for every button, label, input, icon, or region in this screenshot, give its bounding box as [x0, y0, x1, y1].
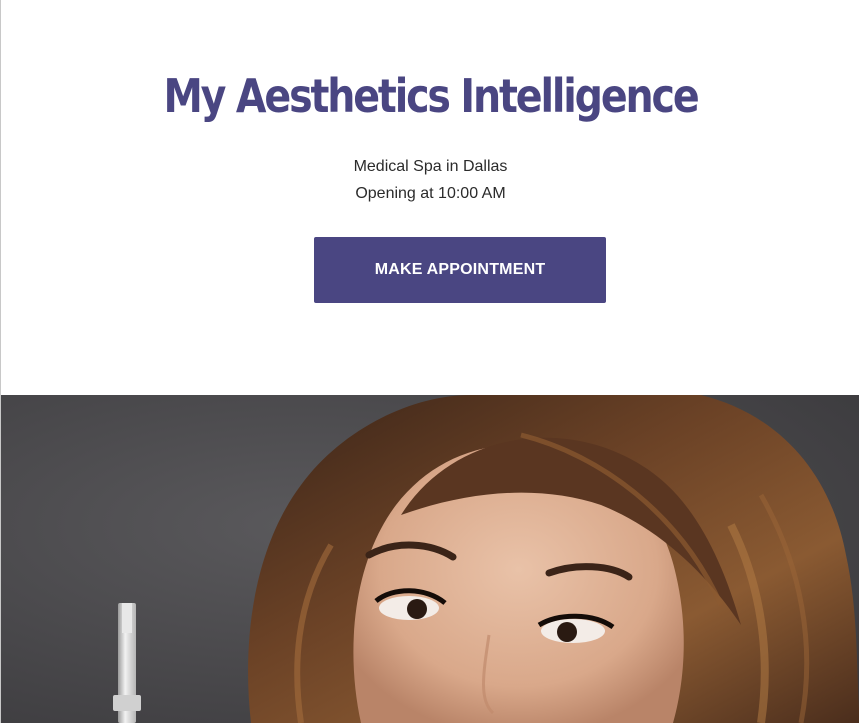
make-appointment-button[interactable]: MAKE APPOINTMENT	[314, 237, 606, 303]
opening-hours-status: Opening at 10:00 AM	[355, 185, 506, 202]
business-name: My Aesthetics Intelligence	[163, 69, 699, 123]
hero-portrait-photo	[1, 395, 859, 723]
hero-header: My Aesthetics Intelligence Medical Spa i…	[1, 0, 859, 395]
page: My Aesthetics Intelligence Medical Spa i…	[0, 0, 859, 723]
hero-image	[1, 395, 859, 723]
business-category: Medical Spa in Dallas	[353, 158, 508, 175]
